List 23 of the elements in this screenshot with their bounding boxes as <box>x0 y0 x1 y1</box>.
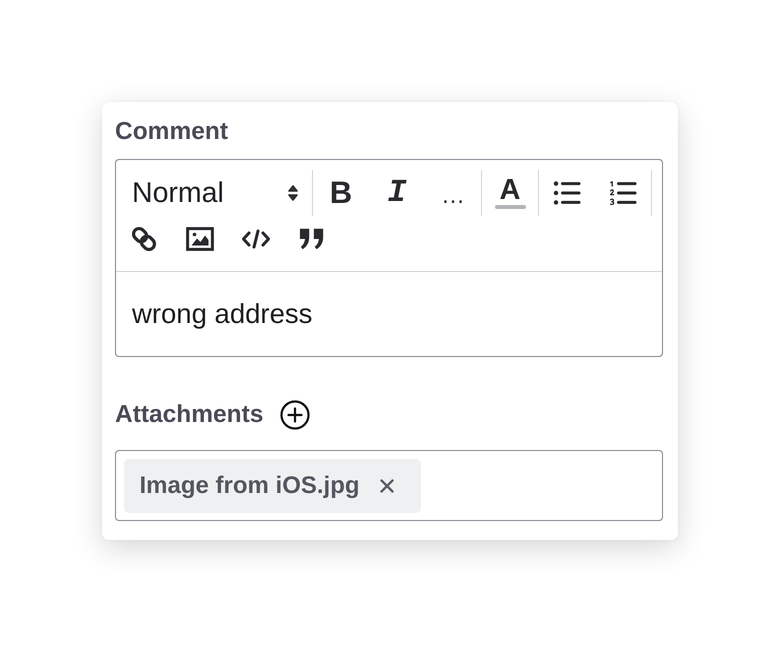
comment-label: Comment <box>115 117 229 147</box>
bold-button[interactable]: B <box>313 170 369 216</box>
italic-button[interactable]: I <box>369 170 425 216</box>
numbered-list-icon <box>609 181 637 205</box>
format-select[interactable]: Normal <box>116 170 312 216</box>
image-icon <box>186 227 214 251</box>
quote-icon <box>299 227 325 251</box>
more-button[interactable]: … <box>425 170 481 216</box>
file-name: Image from iOS.jpg <box>140 472 360 500</box>
attachments-field[interactable]: Image from iOS.jpg <box>115 450 663 521</box>
bullet-list-icon <box>553 181 581 205</box>
underline-bar-icon <box>494 205 526 209</box>
add-attachment-button[interactable] <box>280 400 310 430</box>
text-color-button[interactable]: A <box>482 170 538 216</box>
link-icon <box>130 225 158 253</box>
code-icon <box>241 229 271 249</box>
close-icon <box>380 478 394 492</box>
attachments-label: Attachments <box>115 400 264 430</box>
text-color-letter: A <box>500 177 520 203</box>
format-value: Normal <box>132 176 224 210</box>
up-down-caret-icon <box>288 185 298 201</box>
plus-circle-icon <box>280 400 310 430</box>
comment-input[interactable]: wrong address <box>116 272 662 356</box>
